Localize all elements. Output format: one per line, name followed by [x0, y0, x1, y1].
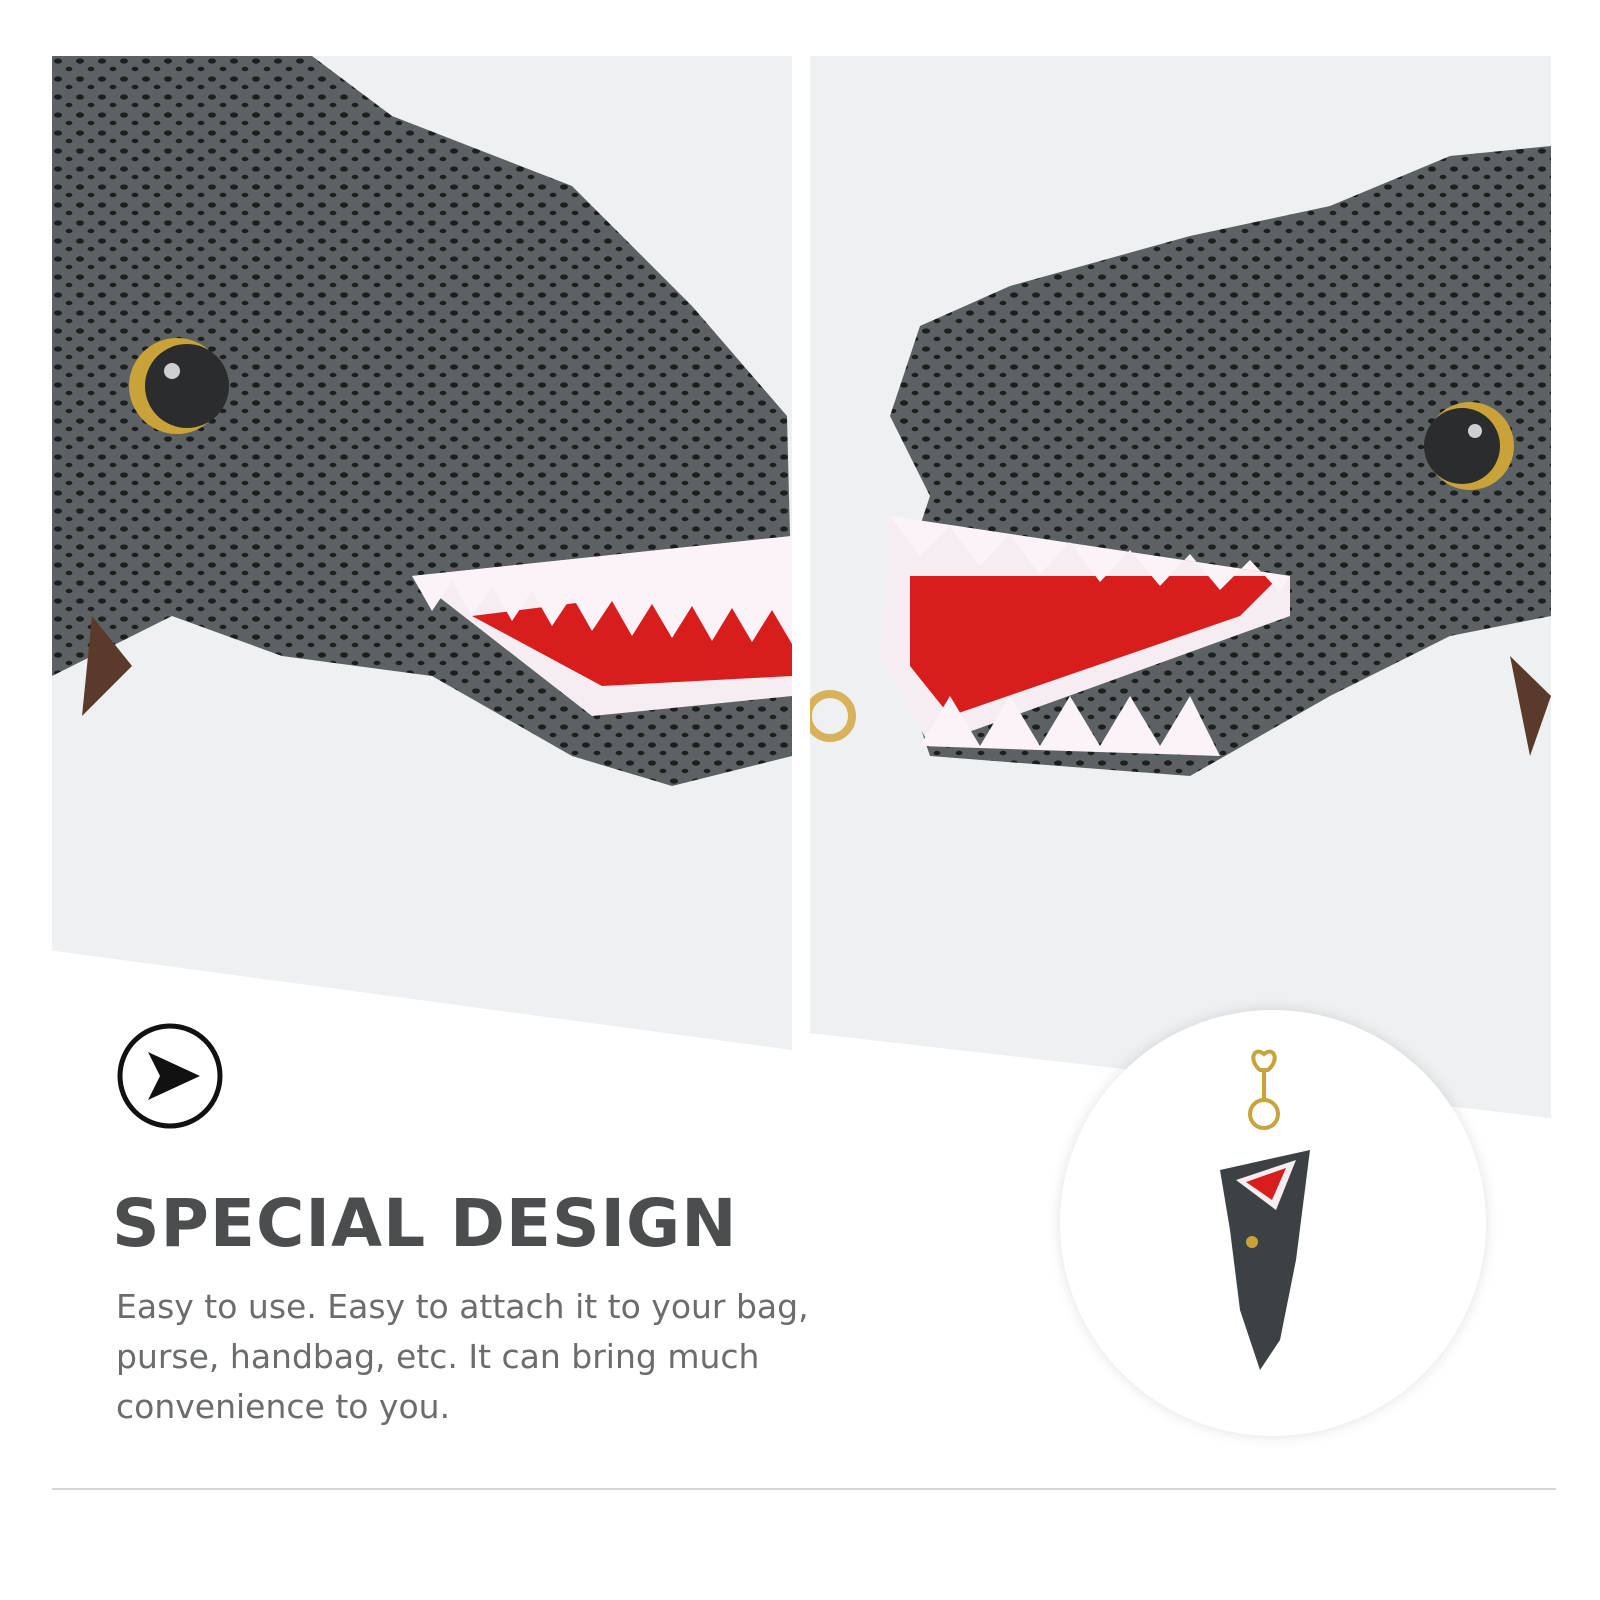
product-thumbnail	[1060, 1010, 1486, 1436]
bottom-divider	[52, 1488, 1556, 1490]
hero-image-right	[810, 56, 1551, 1118]
crocodile-head-right-facing-illustration	[52, 56, 792, 786]
crocodile-head-left-facing-illustration	[810, 146, 1551, 776]
section-description: Easy to use. Easy to attach it to your b…	[116, 1287, 809, 1426]
crocodile-keychain-illustration	[1220, 1049, 1310, 1370]
section-title: SPECIAL DESIGN	[112, 1185, 738, 1262]
hero-image-left	[52, 56, 792, 1050]
play-arrow-icon	[116, 1022, 224, 1130]
